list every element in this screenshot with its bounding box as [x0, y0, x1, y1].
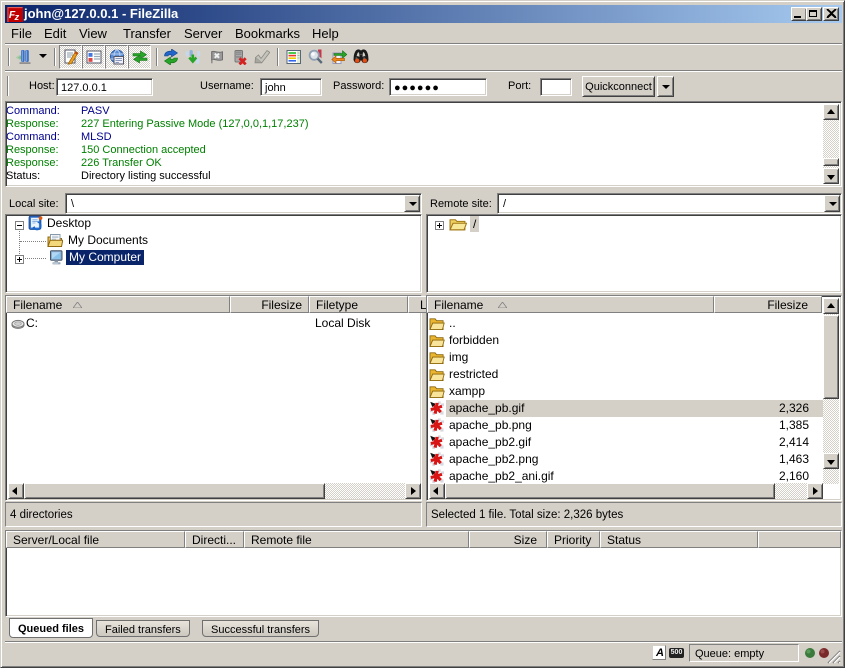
svg-text:z: z: [14, 12, 20, 22]
